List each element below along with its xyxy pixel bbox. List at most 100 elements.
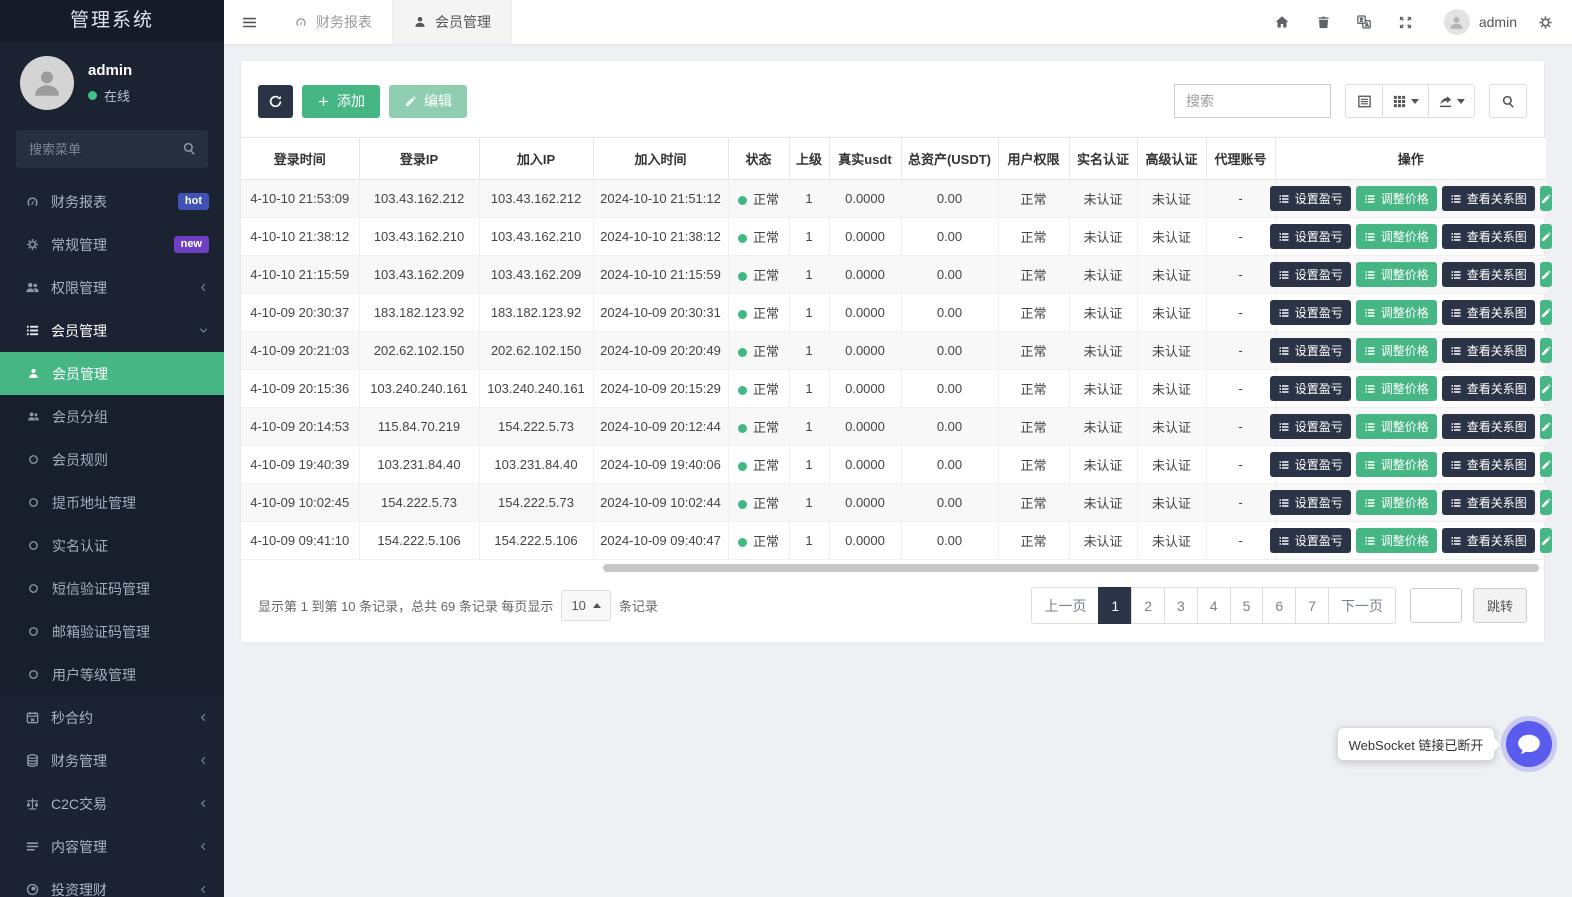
row-edit-button[interactable] [1540, 414, 1552, 439]
page-button-2[interactable]: 2 [1131, 587, 1165, 624]
column-header-实名认证[interactable]: 实名认证 [1069, 138, 1137, 180]
column-header-上级[interactable]: 上级 [789, 138, 829, 180]
table-row[interactable]: 4-10-09 20:15:36103.240.240.161103.240.2… [241, 370, 1546, 408]
row-edit-button[interactable] [1540, 376, 1552, 401]
view-relation-button[interactable]: 查看关系图 [1442, 376, 1535, 401]
sidebar-subitem-会员规则[interactable]: 会员规则 [0, 438, 224, 481]
set-profit-loss-button[interactable]: 设置盈亏 [1270, 224, 1351, 249]
page-button-1[interactable]: 1 [1098, 587, 1132, 624]
sidebar-item-内容管理[interactable]: 内容管理 [0, 825, 224, 868]
table-row[interactable]: 4-10-09 09:41:10154.222.5.106154.222.5.1… [241, 522, 1546, 560]
adjust-price-button[interactable]: 调整价格 [1356, 224, 1437, 249]
view-relation-button[interactable]: 查看关系图 [1442, 528, 1535, 553]
set-profit-loss-button[interactable]: 设置盈亏 [1270, 186, 1351, 211]
view-relation-button[interactable]: 查看关系图 [1442, 300, 1535, 325]
column-header-高级认证[interactable]: 高级认证 [1137, 138, 1206, 180]
column-header-代理账号[interactable]: 代理账号 [1206, 138, 1275, 180]
page-button-7[interactable]: 7 [1295, 587, 1329, 624]
set-profit-loss-button[interactable]: 设置盈亏 [1270, 376, 1351, 401]
chat-button[interactable] [1506, 721, 1552, 767]
adjust-price-button[interactable]: 调整价格 [1356, 300, 1437, 325]
table-row[interactable]: 4-10-10 21:53:09103.43.162.212103.43.162… [241, 180, 1546, 218]
table-row[interactable]: 4-10-09 19:40:39103.231.84.40103.231.84.… [241, 446, 1546, 484]
sidebar-item-常规管理[interactable]: 常规管理new [0, 223, 224, 266]
sidebar-item-财务管理[interactable]: 财务管理 [0, 739, 224, 782]
sidebar-search-input[interactable] [16, 130, 208, 168]
page-button-5[interactable]: 5 [1230, 587, 1264, 624]
set-profit-loss-button[interactable]: 设置盈亏 [1270, 452, 1351, 477]
set-profit-loss-button[interactable]: 设置盈亏 [1270, 338, 1351, 363]
language-button[interactable] [1344, 0, 1385, 45]
refresh-button[interactable] [258, 85, 293, 118]
view-relation-button[interactable]: 查看关系图 [1442, 452, 1535, 477]
tab-财务报表[interactable]: 财务报表 [274, 0, 392, 44]
sidebar-subitem-会员管理[interactable]: 会员管理 [0, 352, 224, 395]
settings-button[interactable] [1531, 0, 1572, 45]
row-edit-button[interactable] [1540, 262, 1552, 287]
set-profit-loss-button[interactable]: 设置盈亏 [1270, 414, 1351, 439]
column-header-登录IP[interactable]: 登录IP [359, 138, 479, 180]
adjust-price-button[interactable]: 调整价格 [1356, 528, 1437, 553]
prev-page-button[interactable]: 上一页 [1031, 587, 1099, 624]
set-profit-loss-button[interactable]: 设置盈亏 [1270, 300, 1351, 325]
sidebar-item-C2C交易[interactable]: C2C交易 [0, 782, 224, 825]
view-relation-button[interactable]: 查看关系图 [1442, 224, 1535, 249]
row-edit-button[interactable] [1540, 300, 1552, 325]
table-row[interactable]: 4-10-09 10:02:45154.222.5.73154.222.5.73… [241, 484, 1546, 522]
detail-view-button[interactable] [1345, 84, 1383, 118]
set-profit-loss-button[interactable]: 设置盈亏 [1270, 528, 1351, 553]
export-button[interactable] [1428, 84, 1475, 118]
adjust-price-button[interactable]: 调整价格 [1356, 186, 1437, 211]
table-search-input[interactable] [1174, 84, 1331, 118]
table-row[interactable]: 4-10-09 20:21:03202.62.102.150202.62.102… [241, 332, 1546, 370]
search-toggle-button[interactable] [1489, 84, 1527, 118]
sidebar-item-财务报表[interactable]: 财务报表hot [0, 180, 224, 223]
sidebar-item-秒合约[interactable]: 秒合约 [0, 696, 224, 739]
column-header-登录时间[interactable]: 登录时间 [241, 138, 359, 180]
row-edit-button[interactable] [1540, 224, 1552, 249]
sidebar-subitem-邮箱验证码管理[interactable]: 邮箱验证码管理 [0, 610, 224, 653]
next-page-button[interactable]: 下一页 [1328, 587, 1396, 624]
set-profit-loss-button[interactable]: 设置盈亏 [1270, 262, 1351, 287]
columns-button[interactable] [1382, 84, 1429, 118]
page-button-3[interactable]: 3 [1164, 587, 1198, 624]
edit-button[interactable]: 编辑 [389, 85, 467, 118]
column-header-加入IP[interactable]: 加入IP [479, 138, 593, 180]
row-edit-button[interactable] [1540, 490, 1552, 515]
page-jump-input[interactable] [1410, 588, 1462, 623]
adjust-price-button[interactable]: 调整价格 [1356, 452, 1437, 477]
set-profit-loss-button[interactable]: 设置盈亏 [1270, 490, 1351, 515]
hamburger-button[interactable] [224, 0, 274, 44]
sidebar-item-投资理财[interactable]: 投资理财 [0, 868, 224, 897]
home-button[interactable] [1262, 0, 1303, 45]
row-edit-button[interactable] [1540, 186, 1552, 211]
sidebar-subitem-提币地址管理[interactable]: 提币地址管理 [0, 481, 224, 524]
sidebar-item-权限管理[interactable]: 权限管理 [0, 266, 224, 309]
adjust-price-button[interactable]: 调整价格 [1356, 376, 1437, 401]
row-edit-button[interactable] [1540, 452, 1552, 477]
adjust-price-button[interactable]: 调整价格 [1356, 414, 1437, 439]
column-header-用户权限[interactable]: 用户权限 [998, 138, 1069, 180]
row-edit-button[interactable] [1540, 338, 1552, 363]
table-row[interactable]: 4-10-09 20:14:53115.84.70.219154.222.5.7… [241, 408, 1546, 446]
sidebar-subitem-短信验证码管理[interactable]: 短信验证码管理 [0, 567, 224, 610]
add-button[interactable]: 添加 [302, 85, 380, 118]
table-row[interactable]: 4-10-09 20:30:37183.182.123.92183.182.12… [241, 294, 1546, 332]
column-header-总资产(USDT)[interactable]: 总资产(USDT) [901, 138, 998, 180]
view-relation-button[interactable]: 查看关系图 [1442, 414, 1535, 439]
page-button-6[interactable]: 6 [1262, 587, 1296, 624]
view-relation-button[interactable]: 查看关系图 [1442, 490, 1535, 515]
adjust-price-button[interactable]: 调整价格 [1356, 490, 1437, 515]
tab-会员管理[interactable]: 会员管理 [392, 0, 512, 44]
fullscreen-button[interactable] [1385, 0, 1426, 45]
page-size-select[interactable]: 10 [561, 590, 610, 621]
column-header-状态[interactable]: 状态 [728, 138, 789, 180]
user-menu[interactable]: admin [1426, 9, 1531, 35]
view-relation-button[interactable]: 查看关系图 [1442, 262, 1535, 287]
scrollbar-thumb[interactable] [603, 564, 1539, 572]
table-row[interactable]: 4-10-10 21:15:59103.43.162.209103.43.162… [241, 256, 1546, 294]
table-row[interactable]: 4-10-10 21:38:12103.43.162.210103.43.162… [241, 218, 1546, 256]
trash-button[interactable] [1303, 0, 1344, 45]
sidebar-subitem-用户等级管理[interactable]: 用户等级管理 [0, 653, 224, 696]
adjust-price-button[interactable]: 调整价格 [1356, 338, 1437, 363]
